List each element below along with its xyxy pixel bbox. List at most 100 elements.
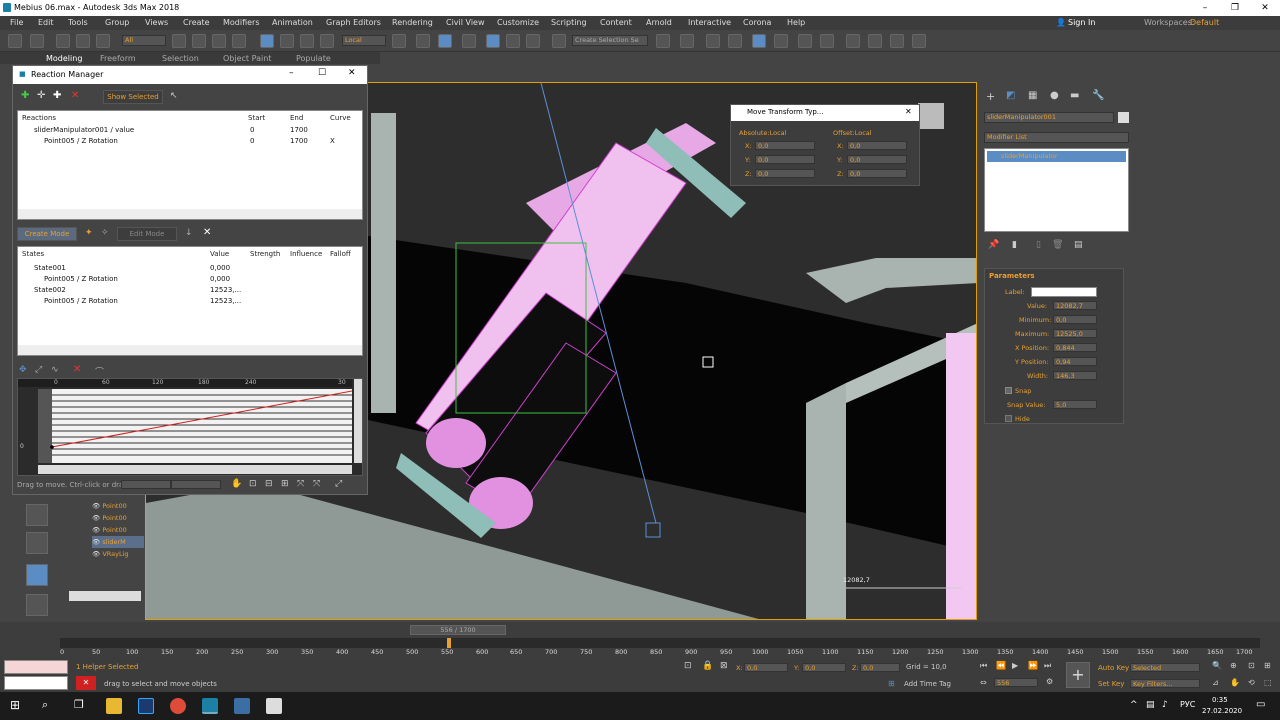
list-item[interactable]: 👁 Point00 (92, 524, 144, 536)
volume-icon[interactable]: ♪ (1162, 700, 1168, 710)
curve-tool-icon[interactable]: ⤢ (35, 365, 42, 375)
delete-state-icon[interactable]: ✕ (203, 227, 211, 238)
lock-icon[interactable]: 🔒 (702, 661, 713, 671)
orbit-icon[interactable]: ⟲ (1248, 678, 1255, 687)
zoom-all-icon[interactable]: ⊕ (1230, 661, 1237, 670)
table-row[interactable]: sliderManipulator001 / value 0 1700 (18, 125, 362, 136)
y-coord-field[interactable]: 0,0 (802, 663, 846, 672)
render-frame-icon[interactable] (846, 34, 860, 48)
menu-views[interactable]: Views (145, 18, 168, 27)
rotate-icon[interactable] (280, 34, 294, 48)
stack-item[interactable]: sliderManipulator (987, 151, 1126, 162)
absolute-mode-icon[interactable]: ⊠ (720, 661, 728, 671)
visibility-icon[interactable]: 👁 (92, 538, 100, 546)
show-end-result-icon[interactable]: ▮ (1012, 240, 1017, 250)
ribbon-toggle-icon[interactable] (728, 34, 742, 48)
key-filters-button[interactable]: Key Filters... (1130, 679, 1200, 688)
select-by-name-icon[interactable] (192, 34, 206, 48)
list-item[interactable]: 👁 Point00 (92, 512, 144, 524)
menu-civil-view[interactable]: Civil View (446, 18, 485, 27)
display-tab-icon[interactable]: ▬ (1070, 90, 1079, 101)
tab-populate[interactable]: Populate (296, 54, 331, 63)
tab-object-paint[interactable]: Object Paint (223, 54, 271, 63)
off-z-field[interactable]: 0,0 (847, 169, 907, 178)
snap-value-field[interactable]: 5,0 (1053, 400, 1097, 409)
pivot-icon[interactable] (392, 34, 406, 48)
workspaces-select[interactable]: Default (1190, 18, 1219, 27)
explorer-tool-icon[interactable] (26, 532, 48, 554)
minimize-icon[interactable]: – (289, 68, 294, 78)
maximize-icon[interactable]: ❐ (1220, 0, 1250, 16)
menu-modifiers[interactable]: Modifiers (223, 18, 260, 27)
off-y-field[interactable]: 0,0 (847, 155, 907, 164)
zoom-extents-all-icon[interactable]: ⊞ (1264, 661, 1271, 670)
utilities-tab-icon[interactable]: 🔧 (1092, 90, 1104, 101)
move-keys-icon[interactable]: ✥ (19, 365, 27, 375)
photoshop-icon[interactable] (138, 698, 154, 714)
time-cursor[interactable] (447, 638, 451, 648)
add-icon[interactable]: ✚ (53, 90, 61, 101)
table-row[interactable]: Point005 / Z Rotation 0 1700 X (18, 136, 362, 147)
play-icon[interactable]: ▶ (1012, 661, 1018, 670)
z-coord-field[interactable]: 0,0 (860, 663, 900, 672)
angle-snap-icon[interactable] (486, 34, 500, 48)
auto-key-button[interactable]: Auto Key (1098, 664, 1129, 672)
close-icon[interactable]: ✕ (905, 107, 912, 116)
menu-arnold[interactable]: Arnold (646, 18, 672, 27)
create-tab-icon[interactable]: + (986, 90, 995, 103)
maximum-field[interactable]: 12525,0 (1053, 329, 1097, 338)
curve-tool-icon[interactable]: ∿ (51, 365, 59, 375)
menu-animation[interactable]: Animation (272, 18, 313, 27)
pick-icon[interactable]: ↖ (170, 91, 178, 101)
select-icon[interactable] (172, 34, 186, 48)
time-config-icon[interactable]: ⚙ (1046, 677, 1053, 686)
create-mode-button[interactable]: Create Mode (17, 227, 77, 241)
hide-checkbox[interactable] (1005, 415, 1012, 422)
set-state-icon[interactable]: ↓ (185, 228, 193, 238)
table-row[interactable]: State002 12523,... (18, 285, 362, 296)
unlink-icon[interactable] (76, 34, 90, 48)
zoom-v-icon[interactable]: ⊞ (281, 479, 289, 489)
close-icon[interactable]: ✕ (1250, 0, 1280, 16)
percent-snap-icon[interactable] (506, 34, 520, 48)
set-key-button[interactable]: Set Key (1098, 680, 1124, 688)
zoom-icon[interactable]: 🔍 (1212, 661, 1222, 670)
menu-rendering[interactable]: Rendering (392, 18, 433, 27)
append-state-icon[interactable]: ✧ (101, 228, 109, 238)
curve-scrollbar[interactable] (38, 465, 352, 474)
object-color-swatch[interactable] (1118, 112, 1129, 123)
file-explorer-icon[interactable] (106, 698, 122, 714)
visibility-icon[interactable]: 👁 (92, 502, 100, 510)
remove-modifier-icon[interactable]: 🗑 (1052, 240, 1063, 250)
explorer-tool-icon[interactable] (26, 594, 48, 616)
zoom-icon[interactable]: ⤢ (335, 479, 342, 489)
menu-create[interactable]: Create (183, 18, 210, 27)
abs-x-field[interactable]: 0,0 (755, 141, 815, 150)
pin-stack-icon[interactable]: 📌 (988, 240, 999, 250)
menu-corona[interactable]: Corona (743, 18, 771, 27)
curve-vscrollbar[interactable] (354, 379, 362, 463)
language-indicator[interactable]: РУС (1180, 700, 1195, 709)
layer-explorer-icon[interactable] (706, 34, 720, 48)
abs-z-field[interactable]: 0,0 (755, 169, 815, 178)
zoom-region-icon[interactable]: ⤧ (313, 479, 320, 489)
chrome-icon[interactable] (170, 698, 186, 714)
current-frame-field[interactable]: 556 (994, 678, 1038, 687)
menu-help[interactable]: Help (787, 18, 805, 27)
menu-interactive[interactable]: Interactive (688, 18, 731, 27)
list-item[interactable]: 👁 sliderM (92, 536, 144, 548)
ref-coord-select[interactable]: Local (342, 35, 386, 46)
next-frame-icon[interactable]: ⏩ (1028, 661, 1038, 670)
move-icon[interactable] (260, 34, 274, 48)
snap-checkbox[interactable] (1005, 387, 1012, 394)
set-key-big-button[interactable]: + (1066, 662, 1090, 688)
menu-edit[interactable]: Edit (38, 18, 54, 27)
clock-time[interactable]: 0:35 (1212, 696, 1228, 704)
align-icon[interactable] (680, 34, 694, 48)
menu-group[interactable]: Group (105, 18, 129, 27)
maximize-icon[interactable]: ☐ (318, 68, 326, 78)
y-position-field[interactable]: 0,94 (1053, 357, 1097, 366)
minimum-field[interactable]: 0,0 (1053, 315, 1097, 324)
menu-scripting[interactable]: Scripting (551, 18, 587, 27)
scale-icon[interactable] (300, 34, 314, 48)
